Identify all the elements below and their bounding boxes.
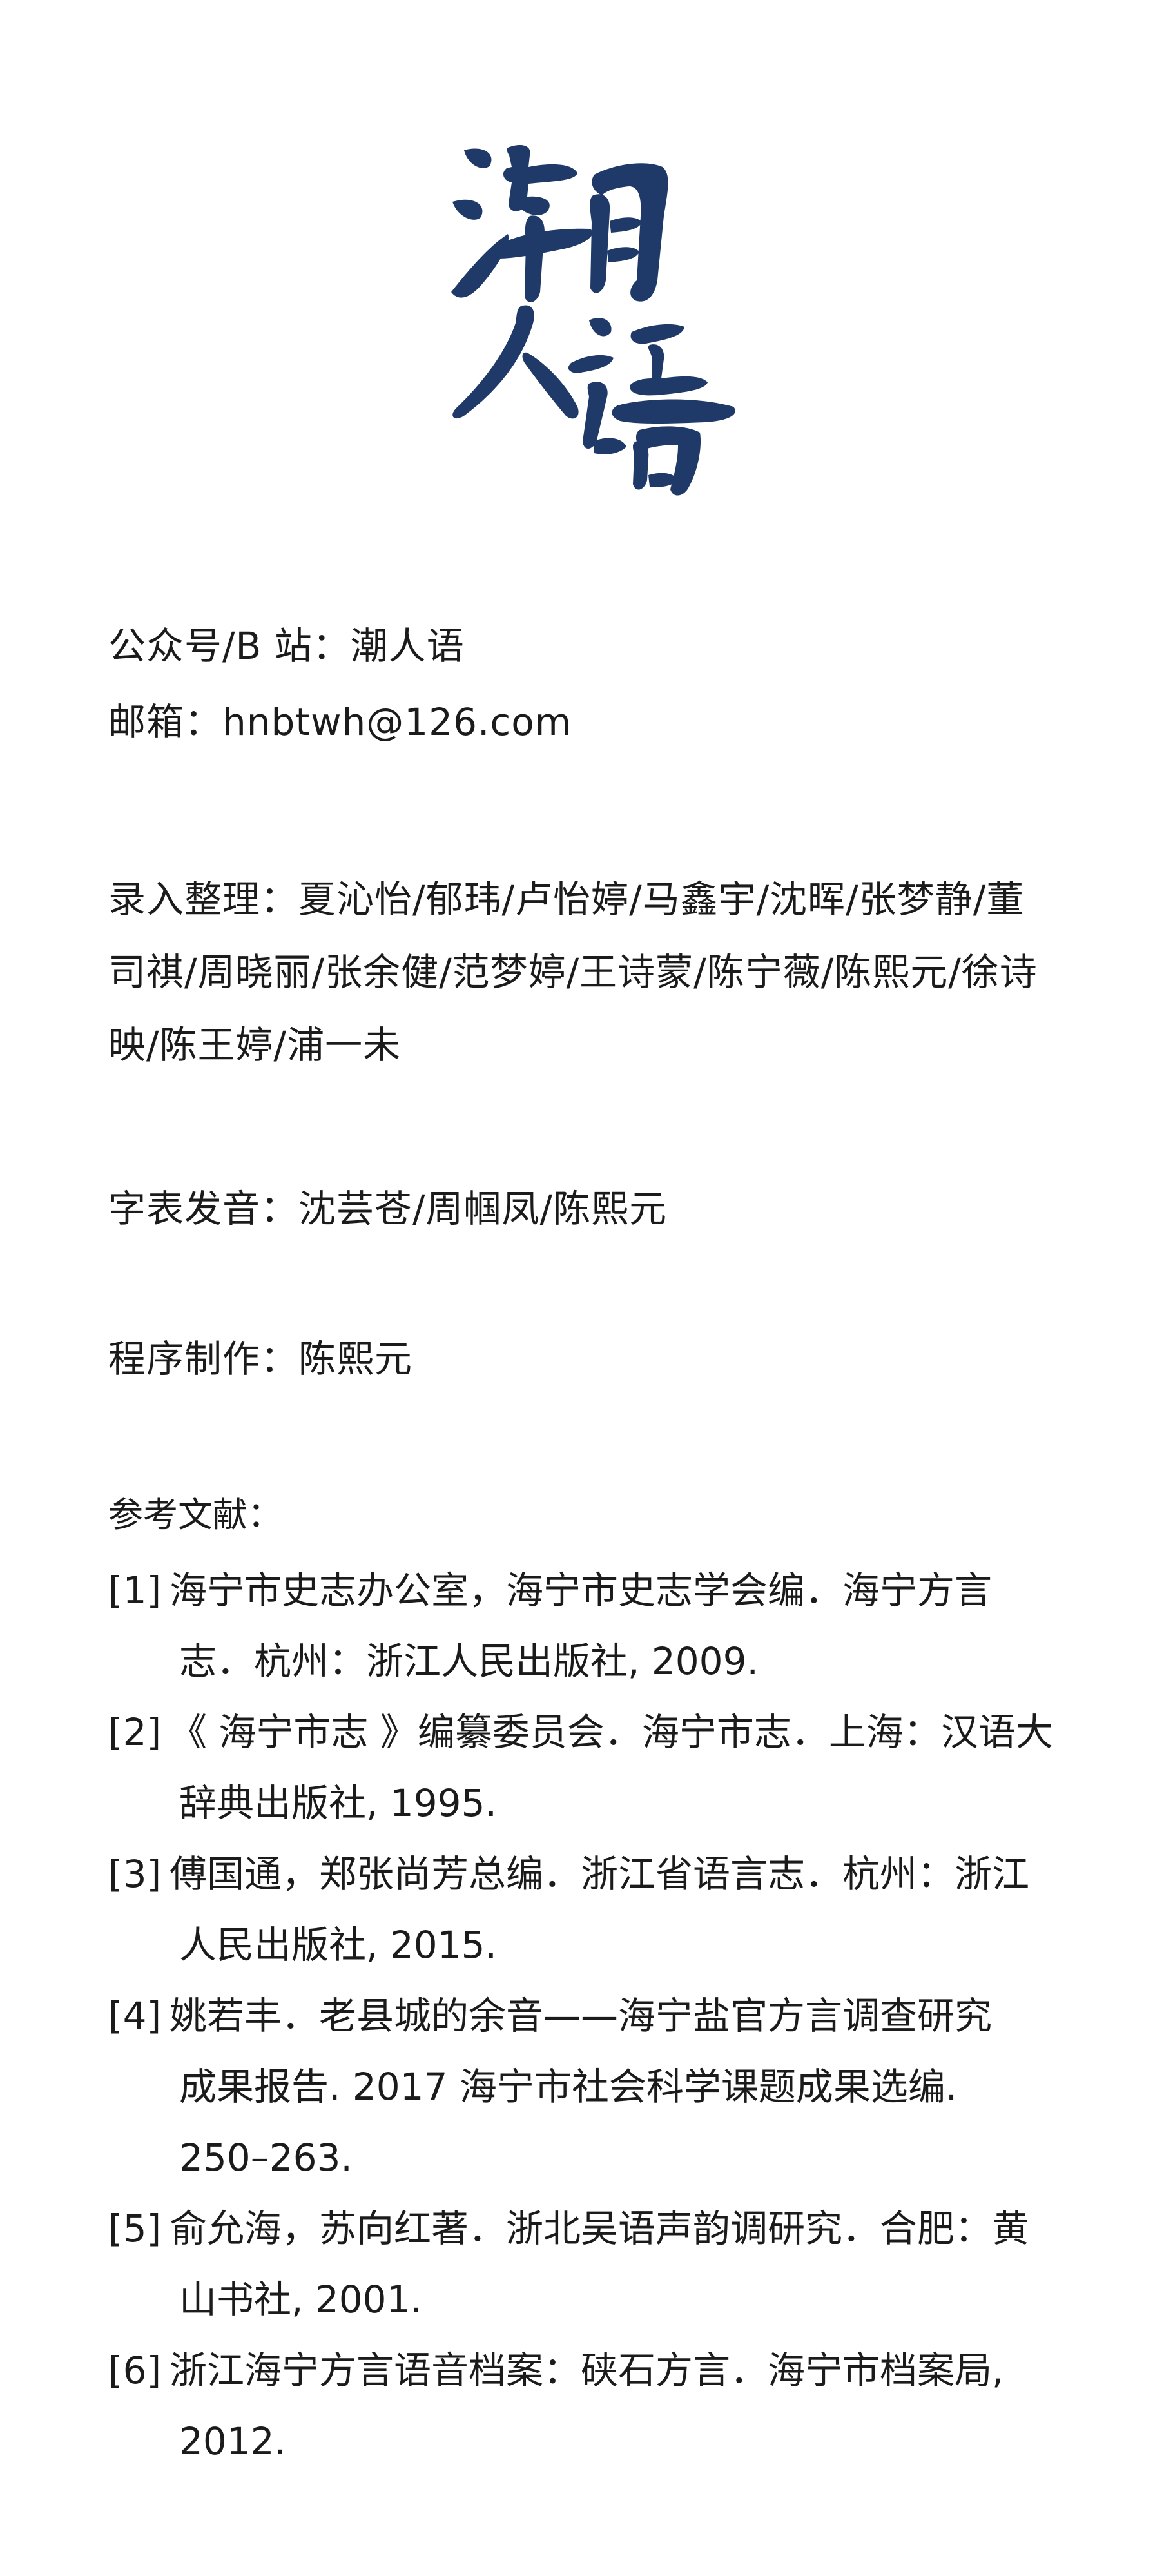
- reference-number: [2]: [108, 1710, 162, 1754]
- reference-text-line: 成果报告. 2017 海宁市社会科学课题成果选编.: [179, 2065, 958, 2109]
- reference-number: [6]: [108, 2348, 162, 2392]
- entry-credits-line-2: 司祺/周晓丽/张余健/范梦婷/王诗蒙/陈宁薇/陈熙元/徐诗: [108, 950, 1038, 994]
- entry-credits-line-3: 映/陈王婷/浦一未: [108, 1023, 402, 1067]
- program-credits: 程序制作：陈熙元: [108, 1337, 413, 1381]
- references-title: 参考文献：: [108, 1494, 282, 1535]
- reference-text-line: 250–263.: [179, 2136, 353, 2180]
- reference-text-line: 志．杭州：浙江人民出版社, 2009.: [179, 1639, 759, 1683]
- reference-number: [5]: [108, 2207, 162, 2250]
- reference-text-line: 辞典出版社, 1995.: [179, 1781, 497, 1825]
- reference-text-line: 2012.: [179, 2419, 287, 2463]
- email-line: 邮箱：hnbtwh@126.com: [108, 700, 572, 744]
- reference-text-line: 山书社, 2001.: [179, 2278, 422, 2321]
- reference-number: [3]: [108, 1852, 162, 1896]
- reference-text-line: 人民出版社, 2015.: [179, 1923, 497, 1967]
- account-line: 公众号/B 站：潮人语: [108, 624, 465, 668]
- reference-text-line: 姚若丰．老县城的余音——海宁盐官方言调查研究: [170, 1994, 993, 2038]
- reference-text-line: 俞允海，苏向红著．浙北吴语声韵调研究．合肥：黄: [170, 2207, 1030, 2250]
- reference-text-line: 海宁市史志办公室，海宁市史志学会编．海宁方言: [170, 1568, 993, 1612]
- reference-text-line: 傅国通，郑张尚芳总编．浙江省语言志．杭州：浙江: [170, 1852, 1030, 1896]
- reference-text-line: 《 海宁市志 》编纂委员会．海宁市志．上海：汉语大: [170, 1710, 1053, 1754]
- reference-number: [1]: [108, 1568, 162, 1612]
- reference-number: [4]: [108, 1994, 162, 2038]
- logo-artwork: [451, 145, 735, 496]
- entry-credits-line-1: 录入整理：夏沁怡/郁玮/卢怡婷/马鑫宇/沈晖/张梦静/董: [108, 877, 1025, 921]
- pronunciation-credits: 字表发音：沈芸苍/周帼凤/陈熙元: [108, 1187, 668, 1231]
- calligraphy-logo: [445, 119, 741, 503]
- reference-text-line: 浙江海宁方言语音档案：硖石方言．海宁市档案局,: [170, 2348, 1004, 2392]
